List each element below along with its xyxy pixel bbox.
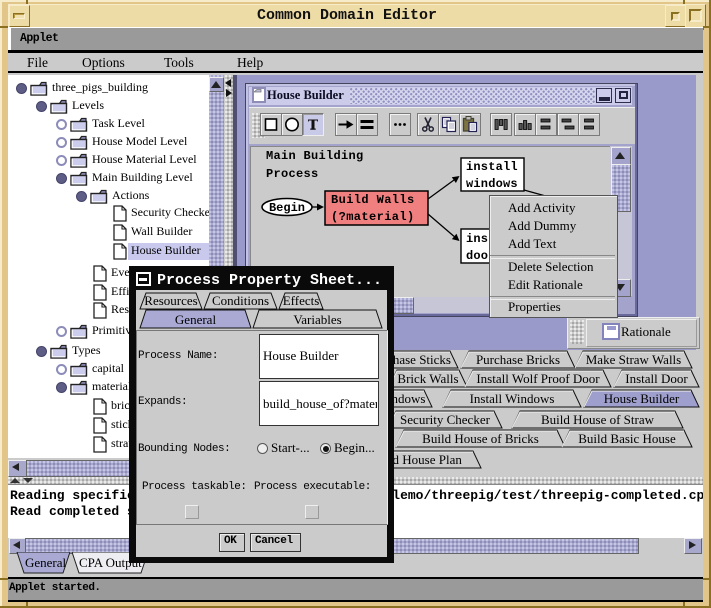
svg-text:General: General <box>25 555 67 570</box>
svg-text:Conditions: Conditions <box>212 293 269 308</box>
svg-text:(?material): (?material) <box>331 210 415 224</box>
svg-text:Resources: Resources <box>144 293 197 308</box>
svg-text:Security Checker: Security Checker <box>400 412 491 427</box>
svg-text:General: General <box>175 312 217 327</box>
svg-text:Purchase Bricks: Purchase Bricks <box>476 352 560 367</box>
svg-text:Build House of Straw: Build House of Straw <box>541 412 655 427</box>
svg-text:Variables: Variables <box>293 312 341 327</box>
svg-text:Effects: Effects <box>283 293 320 308</box>
svg-text:install: install <box>466 160 518 174</box>
svg-text:Brick Walls: Brick Walls <box>397 371 458 386</box>
svg-text:Install Door: Install Door <box>625 371 688 386</box>
svg-text:Build House of Bricks: Build House of Bricks <box>422 431 539 446</box>
svg-text:Install Wolf Proof Door: Install Wolf Proof Door <box>476 371 600 386</box>
svg-text:Begin: Begin <box>269 201 305 215</box>
svg-text:House Builder: House Builder <box>604 391 680 406</box>
svg-text:windows: windows <box>466 177 518 191</box>
svg-text:Install Windows: Install Windows <box>470 391 555 406</box>
svg-text:Build Basic House: Build Basic House <box>578 431 676 446</box>
svg-text:Build Walls: Build Walls <box>331 193 415 207</box>
svg-text:Make Straw Walls: Make Straw Walls <box>586 352 681 367</box>
